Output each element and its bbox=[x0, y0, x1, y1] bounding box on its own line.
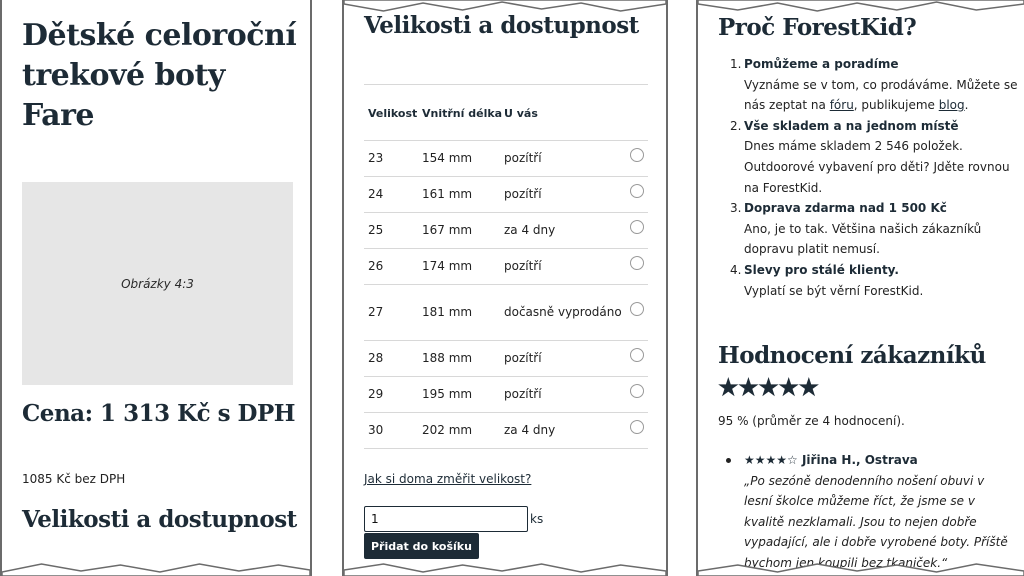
size-radio[interactable] bbox=[630, 220, 644, 234]
list-item-title: Slevy pro stálé klienty. bbox=[744, 262, 899, 277]
list-item-title: Pomůžeme a poradíme bbox=[744, 57, 899, 71]
table-row[interactable]: 24 161 mm pozítří bbox=[364, 176, 648, 213]
table-row[interactable]: 30 202 mm za 4 dny bbox=[364, 412, 648, 449]
availability-cell: pozítří bbox=[504, 248, 624, 285]
size-cell: 25 bbox=[364, 212, 422, 249]
info-panel: Proč ForestKid? 1. Pomůžeme a poradíme V… bbox=[696, 0, 1024, 576]
list-item: 3. Doprava zdarma nad 1 500 Kč Ano, je t… bbox=[718, 198, 1018, 260]
length-cell: 195 mm bbox=[422, 376, 504, 413]
image-placeholder-label: Obrázky 4:3 bbox=[121, 276, 194, 291]
why-list: 1. Pomůžeme a poradíme Vyznáme se v tom,… bbox=[718, 54, 1018, 301]
sizes-heading-preview: Velikosti a dostupnost bbox=[22, 506, 297, 533]
column-header-select bbox=[624, 88, 648, 141]
quantity-input[interactable] bbox=[364, 506, 528, 532]
size-radio[interactable] bbox=[630, 420, 644, 434]
why-heading: Proč ForestKid? bbox=[718, 14, 917, 41]
table-header-row: Velikost Vnitřní délka U vás bbox=[364, 88, 648, 141]
column-header-availability: U vás bbox=[504, 88, 624, 141]
product-image-placeholder: Obrázky 4:3 bbox=[22, 182, 293, 385]
size-radio[interactable] bbox=[630, 348, 644, 362]
select-cell bbox=[624, 412, 648, 449]
review-quote: „Po sezóně denodenního nošení obuvi v le… bbox=[744, 473, 1008, 570]
size-radio[interactable] bbox=[630, 148, 644, 162]
table-row[interactable]: 28 188 mm pozítří bbox=[364, 340, 648, 377]
availability-cell: pozítří bbox=[504, 140, 624, 177]
divider bbox=[364, 84, 648, 85]
length-cell: 161 mm bbox=[422, 176, 504, 213]
add-to-cart-button[interactable]: Přidat do košíku bbox=[364, 533, 479, 559]
size-cell: 26 bbox=[364, 248, 422, 285]
list-item-title: Vše skladem a na jednom místě bbox=[744, 118, 959, 133]
table-row[interactable]: 29 195 mm pozítří bbox=[364, 376, 648, 413]
list-item: 4. Slevy pro stálé klienty. Vyplatí se b… bbox=[718, 260, 1018, 301]
list-item-text: Dnes máme skladem 2 546 položek. Outdoor… bbox=[744, 139, 1010, 195]
availability-cell: za 4 dny bbox=[504, 412, 624, 449]
select-cell bbox=[624, 376, 648, 413]
size-radio[interactable] bbox=[630, 256, 644, 270]
list-item-number: 1. bbox=[730, 57, 742, 71]
sizes-table: Velikost Vnitřní délka U vás 23 154 mm p… bbox=[364, 88, 648, 449]
product-panel: Dětské celoroční trekové boty Fare Obráz… bbox=[0, 0, 312, 576]
price-with-vat: Cena: 1 313 Kč s DPH bbox=[22, 400, 296, 427]
select-cell bbox=[624, 212, 648, 249]
availability-cell: pozítří bbox=[504, 340, 624, 377]
list-item-text: Vyplatí se být věrní ForestKid. bbox=[744, 283, 924, 298]
column-header-size: Velikost bbox=[364, 88, 422, 141]
availability-cell: za 4 dny bbox=[504, 212, 624, 249]
size-cell: 23 bbox=[364, 140, 422, 177]
sizes-heading: Velikosti a dostupnost bbox=[364, 12, 639, 39]
availability-cell: pozítří bbox=[504, 176, 624, 213]
sizes-panel: Velikosti a dostupnost Velikost Vnitřní … bbox=[342, 0, 668, 576]
price-without-vat: 1085 Kč bez DPH bbox=[22, 472, 126, 486]
size-cell: 28 bbox=[364, 340, 422, 377]
length-cell: 174 mm bbox=[422, 248, 504, 285]
list-item-title: Doprava zdarma nad 1 500 Kč bbox=[744, 201, 947, 216]
length-cell: 167 mm bbox=[422, 212, 504, 249]
review-item: ★★★★☆ Jiřina H., Ostrava „Po sezóně deno… bbox=[744, 450, 1014, 574]
list-item: 2. Vše skladem a na jednom místě Dnes má… bbox=[718, 116, 1018, 198]
length-cell: 202 mm bbox=[422, 412, 504, 449]
length-cell: 181 mm bbox=[422, 284, 504, 341]
list-item-text: . bbox=[964, 98, 969, 113]
size-cell: 29 bbox=[364, 376, 422, 413]
review-header: ★★★★☆ Jiřina H., Ostrava bbox=[744, 453, 918, 467]
forum-link[interactable]: fóru bbox=[830, 98, 854, 112]
select-cell bbox=[624, 340, 648, 377]
list-item-number: 2. bbox=[730, 118, 742, 133]
table-row[interactable]: 25 167 mm za 4 dny bbox=[364, 212, 648, 249]
list-item: 1. Pomůžeme a poradíme Vyznáme se v tom,… bbox=[718, 54, 1018, 116]
table-row[interactable]: 23 154 mm pozítří bbox=[364, 140, 648, 177]
select-cell bbox=[624, 176, 648, 213]
size-radio[interactable] bbox=[630, 184, 644, 198]
measure-size-link[interactable]: Jak si doma změřit velikost? bbox=[364, 472, 531, 486]
torn-edge-bottom bbox=[2, 563, 310, 576]
select-cell bbox=[624, 284, 648, 341]
availability-cell: dočasně vyprodáno bbox=[504, 284, 624, 341]
availability-cell: pozítří bbox=[504, 376, 624, 413]
list-item-text: Ano, je to tak. Většina našich zákazníků… bbox=[744, 221, 982, 257]
product-title: Dětské celoroční trekové boty Fare bbox=[22, 18, 297, 133]
length-cell: 188 mm bbox=[422, 340, 504, 377]
size-cell: 24 bbox=[364, 176, 422, 213]
size-cell: 27 bbox=[364, 284, 422, 341]
column-header-length: Vnitřní délka bbox=[422, 88, 504, 141]
size-cell: 30 bbox=[364, 412, 422, 449]
torn-edge-bottom bbox=[344, 563, 666, 576]
reviews-heading: Hodnocení zákazníků ★★★★★ bbox=[718, 342, 986, 401]
quantity-unit: ks bbox=[530, 512, 544, 526]
length-cell: 154 mm bbox=[422, 140, 504, 177]
list-item-number: 3. bbox=[730, 201, 742, 216]
blog-link[interactable]: blog bbox=[939, 98, 965, 112]
list-item-text: , publikujeme bbox=[853, 98, 939, 113]
size-radio[interactable] bbox=[630, 384, 644, 398]
table-row[interactable]: 26 174 mm pozítří bbox=[364, 248, 648, 285]
select-cell bbox=[624, 140, 648, 177]
list-item-number: 4. bbox=[730, 262, 742, 277]
table-row[interactable]: 27 181 mm dočasně vyprodáno bbox=[364, 284, 648, 341]
select-cell bbox=[624, 248, 648, 285]
reviews-average: 95 % (průměr ze 4 hodnocení). bbox=[718, 414, 905, 428]
bullet-icon bbox=[726, 458, 731, 463]
size-radio[interactable] bbox=[630, 302, 644, 316]
